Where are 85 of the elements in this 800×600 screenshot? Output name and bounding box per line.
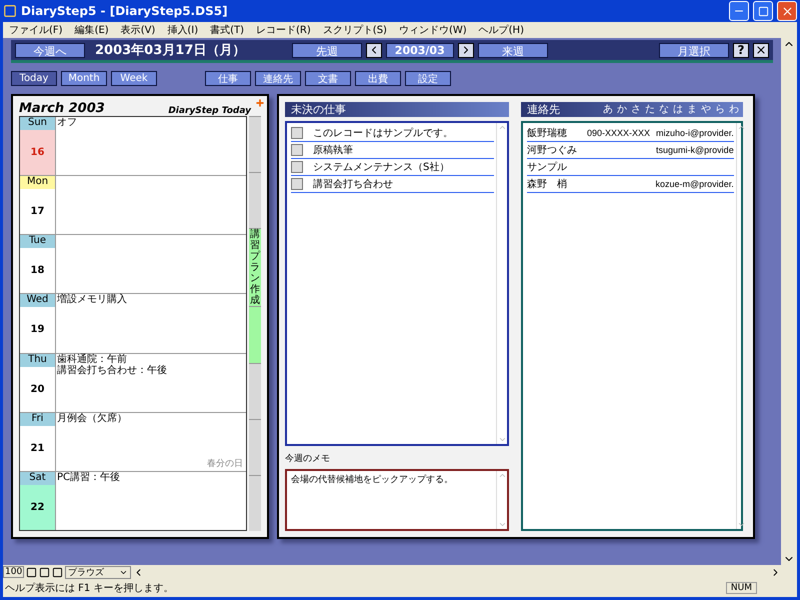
- menu-item[interactable]: ヘルプ(H): [472, 23, 530, 37]
- brand-label: DiaryStep Today: [168, 106, 251, 116]
- menu-item[interactable]: スクリプト(S): [316, 23, 393, 37]
- menu-item[interactable]: 表示(V): [114, 23, 162, 37]
- date-cell[interactable]: 22: [20, 484, 55, 530]
- weekday-label: Tue: [20, 235, 55, 248]
- calendar-entry[interactable]: 増設メモリ購入: [57, 294, 246, 306]
- menu-item[interactable]: 書式(T): [204, 23, 250, 37]
- add-icon[interactable]: [255, 98, 265, 108]
- memo-label: 今週のメモ: [285, 452, 331, 465]
- app-icon: [3, 4, 17, 18]
- memo-text: 会場の代替候補地をピックアップする。: [291, 473, 454, 486]
- contacts-title: 連絡先: [527, 102, 560, 117]
- view-tab[interactable]: Today: [11, 71, 57, 86]
- weekday-label: Sat: [20, 472, 55, 485]
- maximize-icon: [758, 6, 768, 16]
- index-tab[interactable]: な: [659, 104, 669, 116]
- index-tab[interactable]: さ: [631, 104, 641, 116]
- weekday-label: Fri: [20, 412, 55, 426]
- contact-email: mizuho-i@provider.: [656, 128, 734, 138]
- calendar-entry[interactable]: PC講習：午後: [57, 472, 246, 483]
- task-checkbox[interactable]: [291, 127, 303, 139]
- close-icon: [755, 44, 767, 56]
- contact-name[interactable]: 河野つぐみ: [527, 143, 581, 157]
- close-icon: [780, 4, 794, 18]
- schedule-band-cell[interactable]: [249, 116, 261, 172]
- status-text: ヘルプ表示には F1 キーを押します。: [5, 582, 174, 595]
- next-month-button[interactable]: [458, 42, 474, 58]
- task-label[interactable]: システムメンテナンス（S社）: [313, 160, 450, 174]
- task-label[interactable]: 原稿執筆: [313, 143, 353, 157]
- index-tab[interactable]: あ: [603, 104, 613, 116]
- calendar-entry[interactable]: 歯科通院：午前: [57, 354, 246, 365]
- menu-item[interactable]: ファイル(F): [3, 23, 69, 37]
- calendar-title: March 2003: [19, 101, 105, 116]
- status-indicator: NUM: [726, 582, 757, 594]
- date-cell[interactable]: 16: [20, 130, 55, 176]
- contact-name[interactable]: 飯野瑞穂: [527, 126, 581, 140]
- prev-month-button[interactable]: [366, 42, 382, 58]
- schedule-band-cell[interactable]: [249, 474, 261, 532]
- task-checkbox[interactable]: [291, 161, 303, 173]
- calendar-entry[interactable]: 講習会打ち合わせ：午後: [57, 364, 246, 376]
- close-panel-button[interactable]: [753, 42, 769, 58]
- menu-item[interactable]: レコード(R): [250, 23, 317, 37]
- maximize-button[interactable]: [753, 1, 773, 21]
- weekday-label: Thu: [20, 354, 55, 367]
- contact-name[interactable]: サンプル: [527, 160, 581, 174]
- schedule-band-cell[interactable]: 講習プラン作成: [249, 228, 261, 306]
- window-title: DiaryStep5 - [DiaryStep5.DS5]: [21, 4, 229, 18]
- contact-email: tsugumi-k@provide: [656, 145, 734, 155]
- zoom-level[interactable]: 100: [3, 566, 24, 578]
- menu-item[interactable]: 編集(E): [68, 23, 115, 37]
- weekday-label: Wed: [20, 294, 55, 308]
- contact-phone: 090-XXXX-XXX: [587, 128, 650, 138]
- task-checkbox[interactable]: [291, 178, 303, 190]
- index-tab[interactable]: ら: [715, 104, 725, 116]
- index-tab[interactable]: わ: [729, 104, 739, 116]
- index-tab[interactable]: た: [645, 104, 655, 116]
- weekday-label: Sun: [20, 117, 55, 130]
- index-tab[interactable]: や: [701, 104, 711, 116]
- weekday-label: Mon: [20, 176, 55, 190]
- mode-dropdown[interactable]: ブラウズ: [65, 566, 132, 578]
- index-tab[interactable]: ま: [687, 104, 697, 116]
- close-button[interactable]: [777, 1, 797, 21]
- schedule-band-cell[interactable]: [249, 172, 261, 228]
- index-tab[interactable]: か: [617, 104, 627, 116]
- calendar-entry[interactable]: オフ: [57, 117, 246, 128]
- menu-item[interactable]: 挿入(I): [161, 23, 204, 37]
- scroll-down-icon[interactable]: [736, 520, 746, 529]
- schedule-band-cell[interactable]: [249, 362, 261, 419]
- schedule-band-cell[interactable]: [249, 418, 261, 475]
- task-checkbox[interactable]: [291, 144, 303, 156]
- contact-name[interactable]: 森野 梢: [527, 177, 581, 191]
- calendar-entry[interactable]: 月例会（欠席）: [57, 412, 246, 424]
- minimize-button[interactable]: [729, 1, 749, 21]
- index-tab[interactable]: は: [673, 104, 683, 116]
- menu-item[interactable]: ウィンドウ(W): [392, 23, 473, 37]
- task-label[interactable]: このレコードはサンプルです。: [313, 126, 453, 140]
- schedule-band-cell[interactable]: [249, 306, 261, 363]
- current-date: 2003年03月17日（月）: [95, 42, 246, 59]
- scroll-up-icon[interactable]: [736, 123, 746, 132]
- tasks-header: 未決の仕事: [285, 102, 509, 117]
- help-button[interactable]: ?: [733, 42, 749, 58]
- task-label[interactable]: 講習会打ち合わせ: [313, 177, 393, 191]
- holiday-label: 春分の日: [207, 458, 243, 470]
- contact-email: kozue-m@provider.: [656, 179, 734, 189]
